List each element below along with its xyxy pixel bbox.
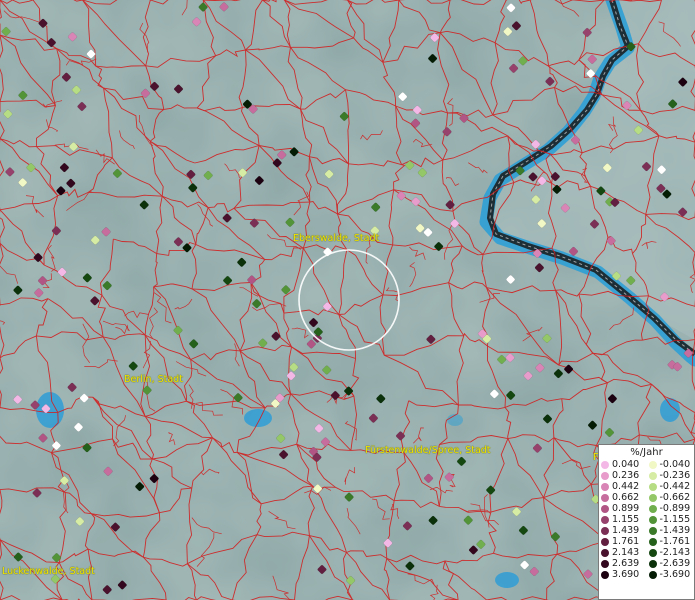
legend-entry-negative: -0.236 <box>647 470 695 481</box>
legend-entry-positive: 1.439 <box>599 525 647 536</box>
place-label-berlin: Berlin, Stadt <box>124 374 183 385</box>
legend-value: 2.143 <box>612 547 640 558</box>
legend-row: 1.761 -1.761 <box>599 536 694 547</box>
legend-value: -0.236 <box>659 470 691 481</box>
place-label-luckenwalde: Luckenwalde, Stadt <box>2 566 95 577</box>
legend-entry-positive: 1.761 <box>599 536 647 547</box>
legend-swatch <box>601 526 609 535</box>
legend-entry-negative: -0.040 <box>647 459 695 470</box>
legend-entry-positive: 0.662 <box>599 492 647 503</box>
legend-value: -3.690 <box>659 569 691 580</box>
legend-title: %/Jahr <box>630 447 663 458</box>
legend-value: 2.639 <box>612 558 640 569</box>
legend-row: 2.143 -2.143 <box>599 547 694 558</box>
legend-value: -2.639 <box>659 558 691 569</box>
legend: %/Jahr 0.040 -0.040 0.236 -0.236 0.442 -0.442… <box>598 444 695 600</box>
legend-swatch <box>601 515 609 524</box>
legend-swatch <box>648 515 657 524</box>
legend-swatch <box>601 482 609 491</box>
legend-swatch <box>648 504 657 513</box>
legend-row: 0.662 -0.662 <box>599 492 694 503</box>
legend-row: 0.899 -0.899 <box>599 503 694 514</box>
map-view[interactable]: Eberswalde, Stadt Berlin, Stadt Fürstenw… <box>0 0 695 600</box>
legend-value: -0.040 <box>659 459 691 470</box>
legend-entry-positive: 1.155 <box>599 514 647 525</box>
legend-swatch <box>601 537 609 546</box>
legend-swatch <box>648 537 657 546</box>
legend-value: 0.899 <box>612 503 640 514</box>
legend-entry-positive: 0.040 <box>599 459 647 470</box>
legend-row: 0.040 -0.040 <box>599 459 694 470</box>
legend-entry-positive: 3.690 <box>599 569 647 580</box>
legend-entry-positive: 2.639 <box>599 558 647 569</box>
legend-value: 0.236 <box>612 470 640 481</box>
legend-entry-negative: -0.442 <box>647 481 695 492</box>
legend-swatch <box>601 548 609 557</box>
legend-swatch <box>648 526 657 535</box>
legend-value: 0.662 <box>612 492 640 503</box>
legend-entry-negative: -2.639 <box>647 558 695 569</box>
legend-value: -0.442 <box>659 481 691 492</box>
legend-entry-positive: 0.236 <box>599 470 647 481</box>
legend-entry-negative: -0.662 <box>647 492 695 503</box>
legend-swatch <box>648 460 657 469</box>
legend-swatch <box>648 548 657 557</box>
legend-swatch <box>601 460 609 469</box>
legend-row: 2.639 -2.639 <box>599 558 694 569</box>
legend-entry-positive: 0.442 <box>599 481 647 492</box>
legend-swatch <box>601 570 609 579</box>
legend-value: 1.761 <box>612 536 640 547</box>
place-label-fuerstenwalde: Fürstenwalde/Spree, Stadt <box>365 445 491 456</box>
legend-row: 1.155 -1.155 <box>599 514 694 525</box>
legend-entry-negative: -3.690 <box>647 569 695 580</box>
legend-swatch <box>648 559 657 568</box>
legend-entry-negative: -0.899 <box>647 503 695 514</box>
legend-value: -1.439 <box>659 525 691 536</box>
legend-swatch <box>648 570 657 579</box>
legend-entry-negative: -1.761 <box>647 536 695 547</box>
legend-value: 0.040 <box>612 459 640 470</box>
legend-value: -1.155 <box>659 514 691 525</box>
legend-row: 0.442 -0.442 <box>599 481 694 492</box>
legend-entry-negative: -1.439 <box>647 525 695 536</box>
legend-entry-negative: -2.143 <box>647 547 695 558</box>
legend-entry-positive: 0.899 <box>599 503 647 514</box>
legend-entry-positive: 2.143 <box>599 547 647 558</box>
legend-value: 3.690 <box>612 569 640 580</box>
legend-value: -2.143 <box>659 547 691 558</box>
legend-swatch <box>601 471 609 480</box>
legend-swatch <box>648 471 657 480</box>
legend-value: 1.439 <box>612 525 640 536</box>
legend-value: 1.155 <box>612 514 640 525</box>
legend-row: 3.690 -3.690 <box>599 569 694 580</box>
legend-rows: 0.040 -0.040 0.236 -0.236 0.442 -0.442 0.662 -0… <box>599 459 694 580</box>
legend-swatch <box>601 504 609 513</box>
legend-row: 0.236 -0.236 <box>599 470 694 481</box>
place-label-eberswalde: Eberswalde, Stadt <box>293 233 380 244</box>
legend-value: 0.442 <box>612 481 640 492</box>
legend-value: -1.761 <box>659 536 691 547</box>
legend-value: -0.662 <box>659 492 691 503</box>
legend-swatch <box>648 493 657 502</box>
legend-value: -0.899 <box>659 503 691 514</box>
legend-row: 1.439 -1.439 <box>599 525 694 536</box>
legend-entry-negative: -1.155 <box>647 514 695 525</box>
legend-swatch <box>601 559 609 568</box>
legend-swatch <box>648 482 657 491</box>
map-canvas[interactable] <box>0 0 695 600</box>
legend-swatch <box>601 493 609 502</box>
